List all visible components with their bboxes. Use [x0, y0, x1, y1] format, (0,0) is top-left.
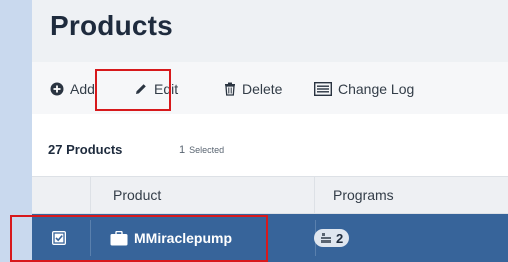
selected-label: Selected: [189, 145, 225, 155]
stack-icon: [321, 233, 331, 243]
plus-circle-icon: [50, 82, 64, 96]
programs-badge[interactable]: 2: [314, 229, 350, 247]
selected-count: 1: [179, 144, 186, 156]
add-button[interactable]: Add: [50, 79, 95, 99]
product-count: 27 Products: [48, 142, 123, 157]
selected-row-highlight-annotation: [10, 215, 268, 262]
programs-count: 2: [336, 230, 344, 246]
select-all-column[interactable]: [32, 177, 91, 213]
results-summary: 27 Products 1 Selected: [32, 114, 508, 176]
add-label: Add: [70, 81, 95, 97]
page-title: Products: [50, 10, 173, 41]
change-log-label: Change Log: [338, 81, 415, 97]
delete-button[interactable]: Delete: [224, 79, 282, 99]
edit-highlight-annotation: [95, 69, 171, 111]
delete-label: Delete: [242, 81, 283, 97]
list-icon: [314, 82, 332, 96]
table-header: Product Programs: [32, 176, 508, 214]
column-header-programs[interactable]: Programs: [315, 177, 394, 213]
change-log-button[interactable]: Change Log: [314, 79, 414, 99]
trash-icon: [225, 82, 235, 96]
column-header-product[interactable]: Product: [91, 177, 315, 213]
selected-summary: 1 Selected: [179, 144, 224, 156]
page-header: Products: [32, 0, 508, 62]
